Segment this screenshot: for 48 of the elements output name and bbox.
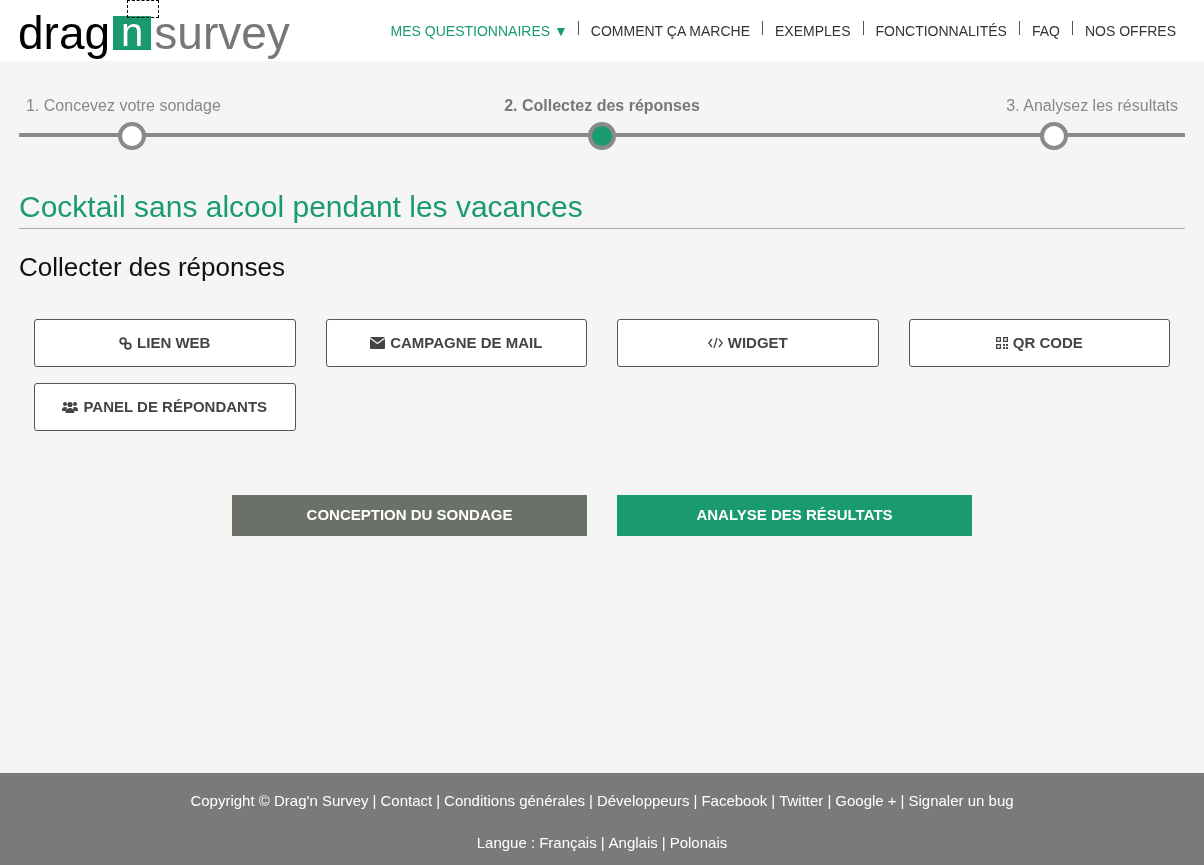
- separator-text: |: [661, 832, 666, 853]
- separator-text: |: [693, 791, 698, 811]
- footer-link[interactable]: Contact: [380, 790, 433, 813]
- step-label: 1. Concevez votre sondage: [25, 96, 222, 116]
- separator-text: |: [436, 791, 441, 811]
- language-link[interactable]: Anglais: [608, 831, 658, 854]
- action-button[interactable]: ANALYSE DES RÉSULTATS: [617, 495, 972, 536]
- language-label: Langue :: [476, 832, 536, 853]
- nav-link[interactable]: COMMENT ÇA MARCHE: [578, 20, 762, 42]
- users-icon: [62, 401, 79, 413]
- channel-button[interactable]: CAMPAGNE DE MAIL: [325, 319, 587, 367]
- nav-link[interactable]: MES QUESTIONNAIRES ▼: [390, 20, 578, 42]
- qr-code-icon: [995, 337, 1008, 349]
- step-marker[interactable]: [588, 122, 616, 150]
- separator-text: |: [827, 791, 832, 811]
- envelope-icon: [370, 337, 386, 349]
- step-marker[interactable]: [118, 122, 146, 150]
- footer-link[interactable]: Twitter: [779, 790, 824, 813]
- footer-link[interactable]: Google +: [835, 790, 897, 813]
- separator-text: |: [372, 791, 377, 811]
- nav-link[interactable]: NOS OFFRES: [1073, 20, 1176, 42]
- survey-title: Cocktail sans alcool pendant les vacances: [19, 188, 1185, 229]
- separator-text: |: [771, 791, 776, 811]
- code-icon: [707, 337, 723, 349]
- channel-button[interactable]: QR CODE: [908, 319, 1170, 367]
- nav-link[interactable]: EXEMPLES: [763, 20, 863, 42]
- separator-text: |: [589, 791, 593, 811]
- language-link[interactable]: Polonais: [669, 831, 728, 854]
- step-label: 3. Analysez les résultats: [1005, 96, 1179, 116]
- footer-link[interactable]: Développeurs: [596, 790, 690, 813]
- channel-button[interactable]: PANEL DE RÉPONDANTS: [34, 383, 296, 431]
- step-marker[interactable]: [1040, 122, 1068, 150]
- channel-button[interactable]: LIEN WEB: [34, 319, 296, 367]
- link-icon: [119, 336, 133, 350]
- step-label: 2. Collectez des réponses: [503, 96, 701, 116]
- nav-link[interactable]: FONCTIONNALITÉS: [863, 20, 1019, 42]
- footer-link[interactable]: Facebook: [701, 790, 768, 813]
- footer-link[interactable]: Conditions générales: [444, 790, 586, 813]
- separator-text: |: [900, 791, 905, 811]
- copyright-text: Copyright © Drag'n Survey: [190, 791, 369, 811]
- footer-link[interactable]: Signaler un bug: [908, 790, 1014, 813]
- dashed-frame-icon: [127, 0, 160, 18]
- section-title: Collecter des réponses: [19, 251, 286, 284]
- nav-link[interactable]: FAQ: [1019, 20, 1072, 42]
- channel-button[interactable]: WIDGET: [617, 319, 879, 367]
- separator-text: |: [600, 832, 605, 853]
- language-link[interactable]: Français: [539, 831, 597, 854]
- action-button[interactable]: CONCEPTION DU SONDAGE: [232, 495, 587, 536]
